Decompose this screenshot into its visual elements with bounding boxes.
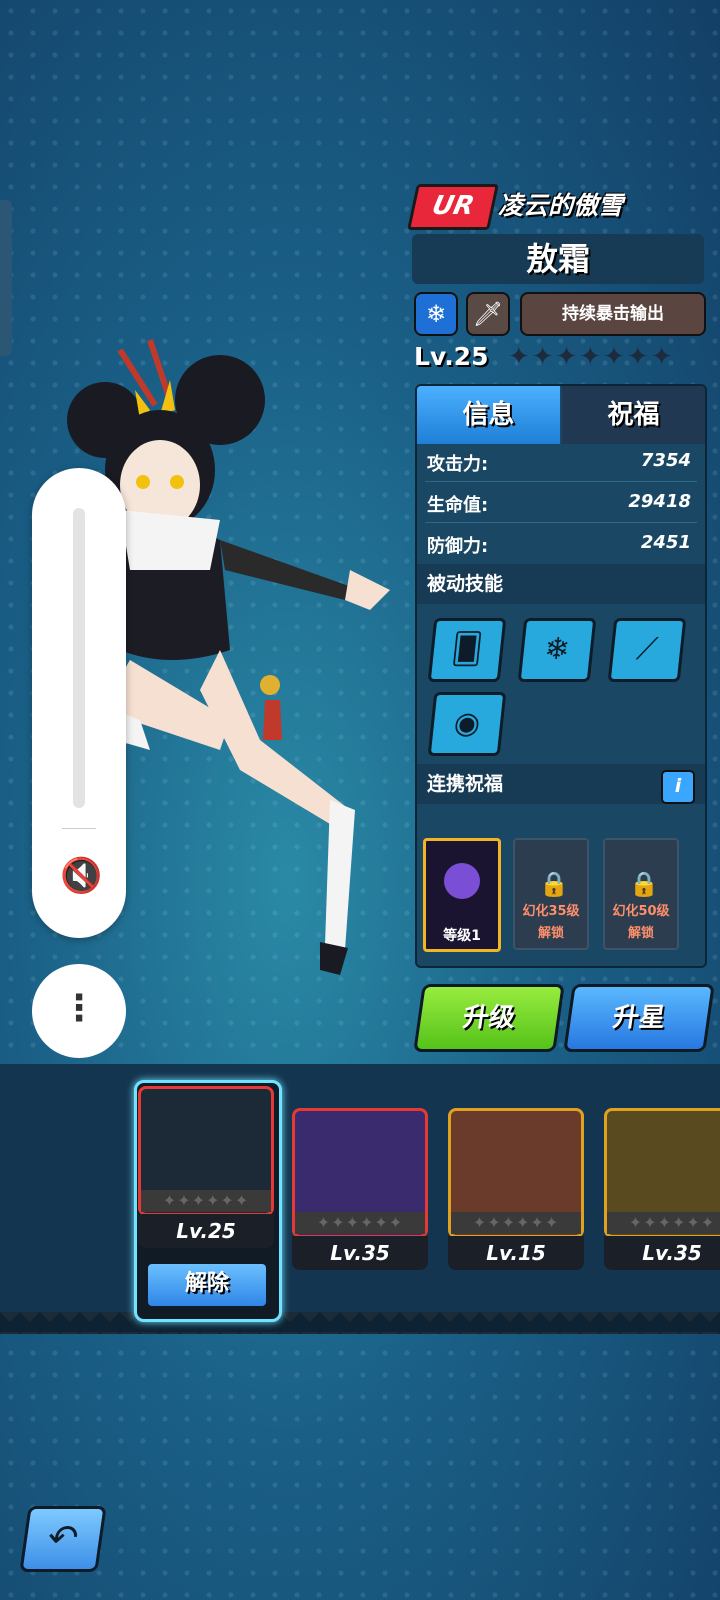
card-stars: ✦✦✦✦✦✦ — [607, 1212, 720, 1234]
stat-row-attack: 攻击力: 7354 — [417, 442, 705, 482]
volume-track[interactable] — [73, 508, 85, 808]
divider — [425, 481, 697, 482]
snowflake-icon[interactable]: ❄ — [414, 292, 458, 336]
roster-spike-border — [0, 1312, 720, 1334]
stat-row-hp: 生命值: 29418 — [417, 483, 705, 523]
card-level: Lv.35 — [604, 1236, 720, 1270]
pet-card[interactable]: ✦✦✦✦✦✦ Lv.35 — [292, 1108, 428, 1288]
stat-row-defense: 防御力: 2451 — [417, 524, 705, 564]
sword-icon[interactable]: 🗡 — [466, 292, 510, 336]
stat-value: 7354 — [640, 450, 691, 471]
passive-skills-header: 被动技能 — [417, 564, 705, 604]
snowflakes-icon[interactable]: ❄ — [517, 618, 597, 682]
stat-value: 2451 — [640, 532, 691, 553]
upgrade-button[interactable]: 升级 — [413, 984, 565, 1052]
slot-level: 等级1 — [443, 928, 481, 944]
info-button[interactable]: i — [661, 770, 695, 804]
linked-blessing-header: 连携祝福 i — [417, 764, 705, 804]
tab-info[interactable]: 信息 — [417, 386, 560, 444]
mute-icon[interactable]: 🔇 — [60, 856, 102, 896]
card-level: Lv.25 — [138, 1214, 274, 1248]
pet-card[interactable]: ✦✦✦✦✦✦ Lv.15 — [448, 1108, 584, 1288]
hero-info-panel: 信息 祝福 攻击力: 7354 生命值: 29418 防御力: 2451 被动技… — [415, 384, 707, 968]
blessing-slot-locked-2[interactable]: 🔒 幻化50级 解锁 — [603, 838, 679, 950]
card-level: Lv.35 — [292, 1236, 428, 1270]
card-stars: ✦✦✦✦✦✦ — [295, 1212, 425, 1234]
stat-label: 攻击力: — [427, 454, 489, 475]
unlock-label: 解锁 — [537, 926, 564, 941]
linked-blessing-title: 连携祝福 — [427, 773, 504, 795]
rarity-badge: UR — [407, 184, 499, 230]
blessing-slot-owned[interactable]: 等级1 — [423, 838, 501, 952]
stat-label: 生命值: — [427, 495, 489, 516]
card-level: Lv.15 — [448, 1236, 584, 1270]
star-rating: ✦✦✦✦✦✦✦ — [508, 342, 675, 372]
lock-icon: 🔒 — [539, 870, 569, 898]
volume-slider-panel[interactable]: 🔇 — [32, 468, 126, 938]
back-arrow-icon[interactable]: ↶ — [19, 1506, 107, 1572]
demon-avatar-icon — [444, 863, 480, 899]
unlock-label: 解锁 — [627, 926, 654, 941]
hero-name: 敖霜 — [412, 234, 704, 284]
stat-value: 29418 — [628, 491, 691, 512]
divider — [62, 828, 96, 829]
pet-card[interactable]: ✦✦✦✦✦✦ Lv.25 — [138, 1086, 274, 1266]
claw-slash-icon[interactable]: ⟋ — [607, 618, 687, 682]
hero-title: 凌云的傲雪 — [498, 191, 624, 220]
card-stars: ✦✦✦✦✦✦ — [451, 1212, 581, 1234]
unlock-requirement: 幻化50级 — [612, 904, 670, 919]
star-up-button[interactable]: 升星 — [563, 984, 715, 1052]
role-tag: 持续暴击输出 — [520, 292, 706, 336]
blessing-slot-locked-1[interactable]: 🔒 幻化35级 解锁 — [513, 838, 589, 950]
side-edge-tab[interactable] — [0, 200, 12, 356]
lock-icon: 🔒 — [629, 870, 659, 898]
dragon-emblem-icon[interactable]: ◉ — [427, 692, 507, 756]
unlock-requirement: 幻化35级 — [522, 904, 580, 919]
cards-dice-icon[interactable]: 🂠 — [427, 618, 507, 682]
pet-card[interactable]: ✦✦✦✦✦✦ Lv.35 — [604, 1108, 720, 1288]
hero-level: Lv.25 — [414, 342, 489, 371]
card-stars: ✦✦✦✦✦✦ — [141, 1190, 271, 1212]
stat-label: 防御力: — [427, 536, 489, 557]
more-options-icon[interactable]: ⋮ — [32, 964, 126, 1058]
divider — [425, 522, 697, 523]
unequip-button[interactable]: 解除 — [146, 1262, 268, 1308]
tab-blessing[interactable]: 祝福 — [562, 386, 705, 444]
